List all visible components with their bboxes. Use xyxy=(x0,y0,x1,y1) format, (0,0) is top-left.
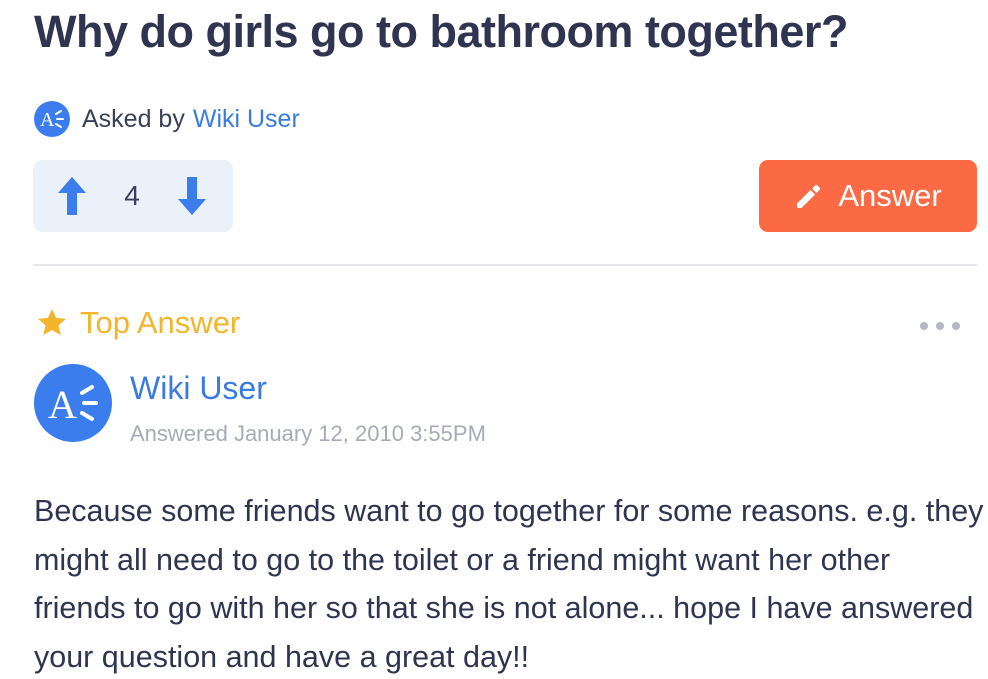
more-dot-icon xyxy=(952,322,960,330)
answer-author-link[interactable]: Wiki User xyxy=(130,370,267,407)
more-options-button[interactable] xyxy=(920,316,960,336)
asker-user-link[interactable]: Wiki User xyxy=(193,105,300,134)
arrow-up-icon xyxy=(58,177,86,215)
svg-text:A: A xyxy=(40,109,55,130)
asked-by-row: A Asked by Wiki User xyxy=(34,101,300,137)
more-dot-icon xyxy=(920,322,928,330)
arrow-down-icon xyxy=(178,177,206,215)
asked-by-label: Asked by xyxy=(82,104,185,133)
question-title: Why do girls go to bathroom together? xyxy=(34,6,848,57)
pencil-icon xyxy=(794,181,824,211)
vote-count: 4 xyxy=(124,180,140,211)
answers-logo-icon: A xyxy=(34,101,70,137)
answered-timestamp: Answered January 12, 2010 3:55PM xyxy=(130,421,486,446)
answer-button-label: Answer xyxy=(838,178,942,213)
more-dot-icon xyxy=(936,322,944,330)
upvote-button[interactable] xyxy=(54,174,90,218)
question-page: Why do girls go to bathroom together? A … xyxy=(0,0,988,679)
answers-logo-icon: A xyxy=(48,382,98,425)
top-answer-header: Top Answer xyxy=(36,302,240,344)
star-icon xyxy=(36,307,68,339)
divider xyxy=(34,264,977,266)
answerer-avatar[interactable]: A xyxy=(34,364,112,442)
answer-button[interactable]: Answer xyxy=(759,160,977,232)
svg-text:A: A xyxy=(48,382,77,425)
vote-widget: 4 xyxy=(33,160,233,232)
downvote-button[interactable] xyxy=(174,174,210,218)
answer-body: Because some friends want to go together… xyxy=(34,494,984,674)
top-answer-label: Top Answer xyxy=(80,305,241,340)
